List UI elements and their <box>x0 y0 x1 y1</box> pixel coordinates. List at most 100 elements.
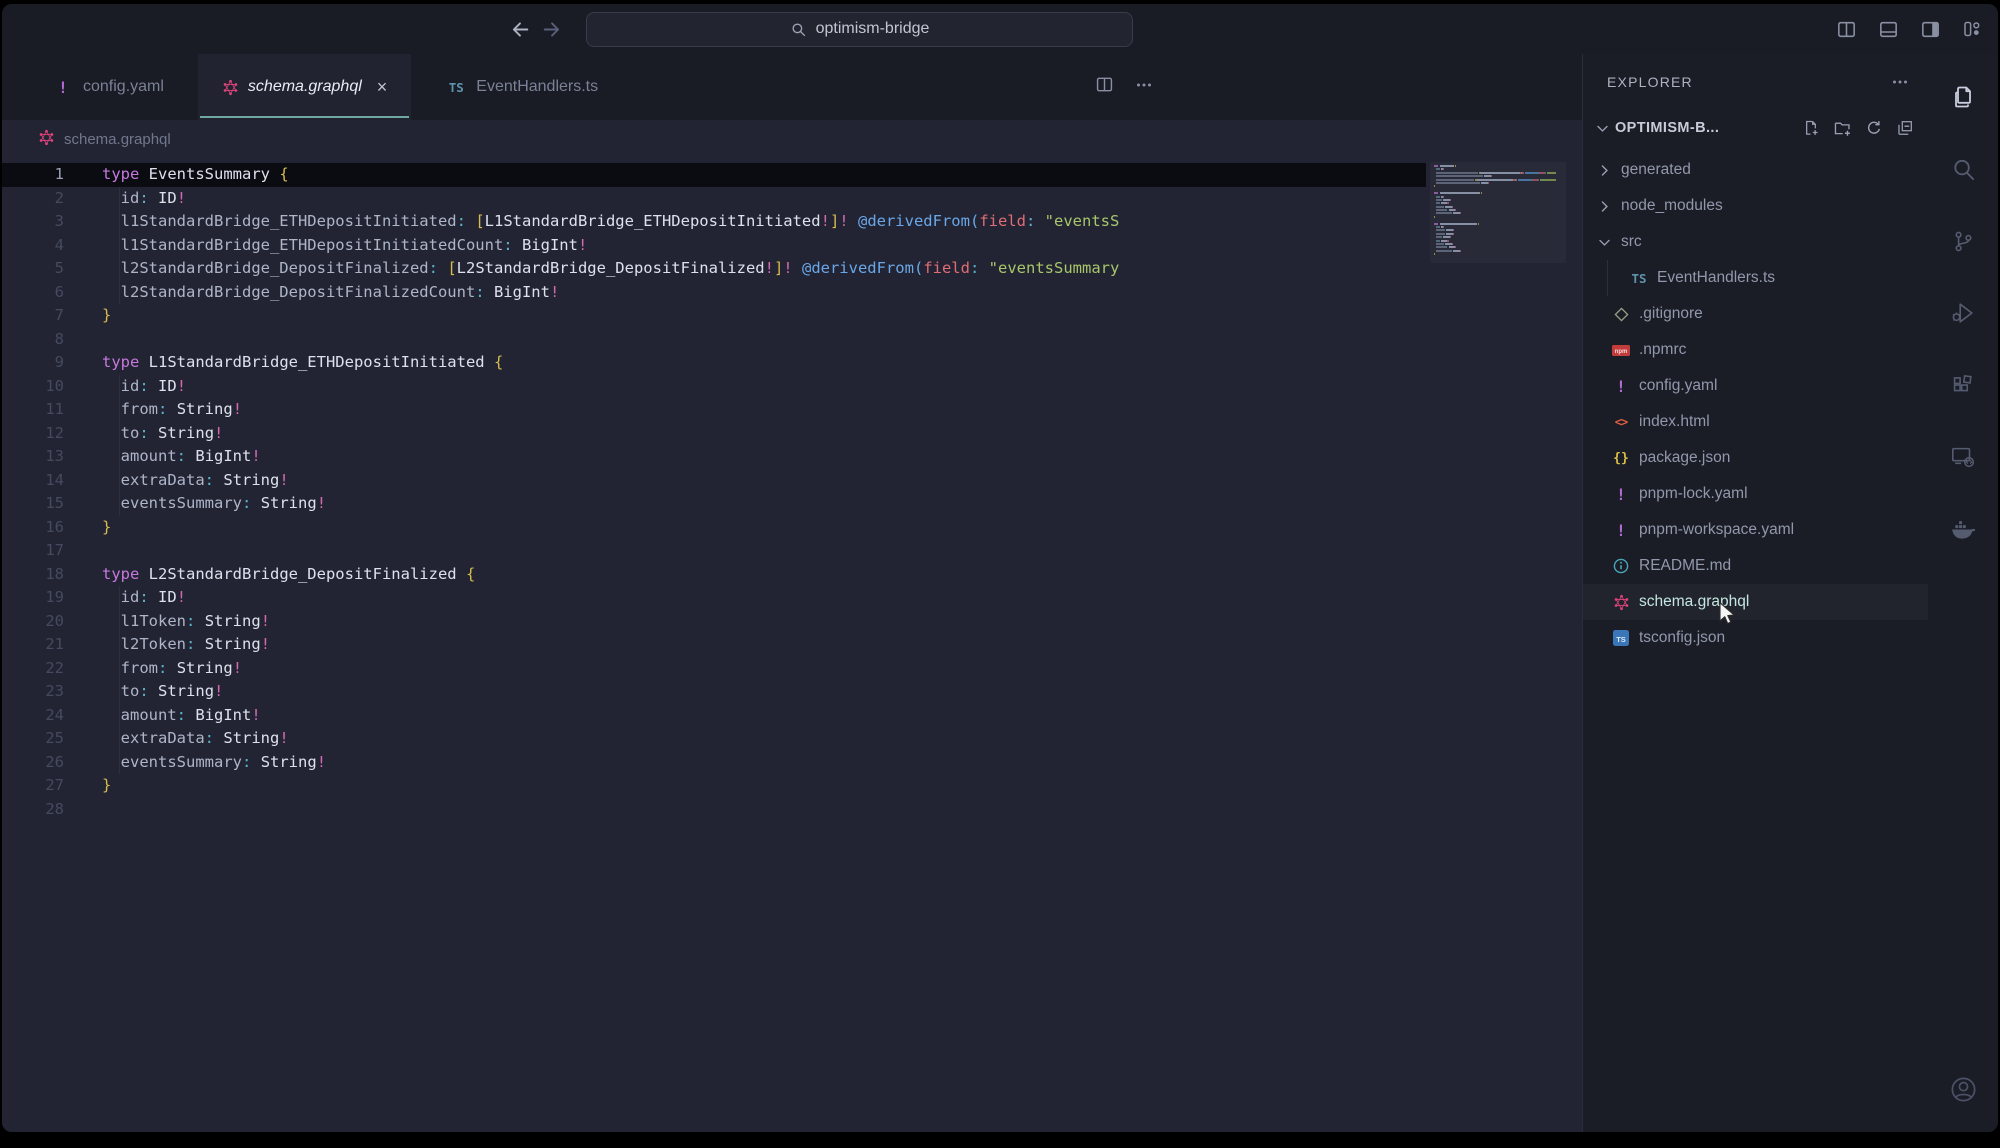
code-line-19[interactable]: 19 id: ID! <box>2 586 1582 610</box>
code-line-9[interactable]: 9type L1StandardBridge_ETHDepositInitiat… <box>2 351 1582 375</box>
line-number: 3 <box>2 210 102 234</box>
tab-label: schema.graphql <box>248 78 362 96</box>
file-label: tsconfig.json <box>1639 629 1725 647</box>
line-number: 27 <box>2 774 102 798</box>
explorer-icon[interactable] <box>1946 80 1980 114</box>
breadcrumb[interactable]: schema.graphql <box>2 120 1582 158</box>
line-number: 21 <box>2 633 102 657</box>
tab-EventHandlers.ts[interactable]: TSEventHandlers.ts <box>421 54 622 120</box>
line-number: 14 <box>2 469 102 493</box>
code-line-12[interactable]: 12 to: String! <box>2 422 1582 446</box>
folder-node_modules[interactable]: node_modules <box>1583 188 1928 224</box>
graphql-icon <box>38 129 55 150</box>
code-line-24[interactable]: 24 amount: BigInt! <box>2 704 1582 728</box>
explorer-more-actions-icon[interactable] <box>1890 72 1910 92</box>
code-line-17[interactable]: 17 <box>2 539 1582 563</box>
code-text: type L1StandardBridge_ETHDepositInitiate… <box>102 351 1582 375</box>
code-text: to: String! <box>102 422 1582 446</box>
code-text: l2Token: String! <box>102 633 1582 657</box>
new-folder-icon[interactable] <box>1833 119 1852 138</box>
code-line-8[interactable]: 8 <box>2 328 1582 352</box>
file-config.yaml[interactable]: !config.yaml <box>1583 368 1928 404</box>
line-number: 4 <box>2 234 102 258</box>
code-line-20[interactable]: 20 l1Token: String! <box>2 610 1582 634</box>
line-number: 16 <box>2 516 102 540</box>
workspace-root-row[interactable]: OPTIMISM-B... <box>1583 110 1928 146</box>
split-editor-icon[interactable] <box>1095 75 1114 99</box>
file-package.json[interactable]: {}package.json <box>1583 440 1928 476</box>
folder-generated[interactable]: generated <box>1583 152 1928 188</box>
file-.gitignore[interactable]: .gitignore <box>1583 296 1928 332</box>
code-line-27[interactable]: 27} <box>2 774 1582 798</box>
code-line-2[interactable]: 2 id: ID! <box>2 187 1582 211</box>
code-editor[interactable]: 1type EventsSummary {2 id: ID!3 l1Standa… <box>2 158 1582 1132</box>
run-debug-icon[interactable] <box>1946 296 1980 330</box>
search-value: optimism-bridge <box>816 20 930 38</box>
code-line-3[interactable]: 3 l1StandardBridge_ETHDepositInitiated: … <box>2 210 1582 234</box>
file-README.md[interactable]: README.md <box>1583 548 1928 584</box>
forward-icon[interactable] <box>541 19 562 40</box>
file-pnpm-lock.yaml[interactable]: !pnpm-lock.yaml <box>1583 476 1928 512</box>
extensions-icon[interactable] <box>1946 368 1980 402</box>
tab-config.yaml[interactable]: !config.yaml <box>28 54 188 120</box>
toggle-secondary-sidebar-icon[interactable] <box>1920 19 1941 40</box>
code-line-13[interactable]: 13 amount: BigInt! <box>2 445 1582 469</box>
breadcrumb-label: schema.graphql <box>64 131 171 148</box>
code-line-18[interactable]: 18type L2StandardBridge_DepositFinalized… <box>2 563 1582 587</box>
account-icon[interactable] <box>1946 1072 1980 1106</box>
close-tab-icon[interactable]: × <box>377 78 388 96</box>
minimap[interactable] <box>1430 162 1566 263</box>
code-line-23[interactable]: 23 to: String! <box>2 680 1582 704</box>
line-number: 28 <box>2 798 102 822</box>
toggle-panel-icon[interactable] <box>1878 19 1899 40</box>
code-line-7[interactable]: 7} <box>2 304 1582 328</box>
code-line-4[interactable]: 4 l1StandardBridge_ETHDepositInitiatedCo… <box>2 234 1582 258</box>
search-icon[interactable] <box>1946 152 1980 186</box>
file-label: config.yaml <box>1639 377 1717 395</box>
file-schema.graphql[interactable]: schema.graphql <box>1583 584 1928 620</box>
code-text <box>102 328 1582 352</box>
line-number: 2 <box>2 187 102 211</box>
code-line-14[interactable]: 14 extraData: String! <box>2 469 1582 493</box>
explorer-sidebar: EXPLORER OPTIMISM-B... generatednode_mod… <box>1582 54 1928 1132</box>
code-line-15[interactable]: 15 eventsSummary: String! <box>2 492 1582 516</box>
code-text: extraData: String! <box>102 469 1582 493</box>
more-actions-icon[interactable] <box>1134 75 1154 100</box>
refresh-explorer-icon[interactable] <box>1865 119 1883 137</box>
folder-src[interactable]: src <box>1583 224 1928 260</box>
tab-schema.graphql[interactable]: schema.graphql × <box>198 54 411 120</box>
code-line-11[interactable]: 11 from: String! <box>2 398 1582 422</box>
yaml-icon: ! <box>52 78 74 97</box>
code-text: l2StandardBridge_DepositFinalizedCount: … <box>102 281 1582 305</box>
docker-icon[interactable] <box>1946 512 1980 546</box>
file-tsconfig.json[interactable]: TStsconfig.json <box>1583 620 1928 656</box>
code-line-26[interactable]: 26 eventsSummary: String! <box>2 751 1582 775</box>
file-label: pnpm-workspace.yaml <box>1639 521 1794 539</box>
code-line-21[interactable]: 21 l2Token: String! <box>2 633 1582 657</box>
new-file-icon[interactable] <box>1802 119 1820 137</box>
code-line-25[interactable]: 25 extraData: String! <box>2 727 1582 751</box>
code-line-6[interactable]: 6 l2StandardBridge_DepositFinalizedCount… <box>2 281 1582 305</box>
chevron-down-icon <box>1593 121 1611 136</box>
file-label: pnpm-lock.yaml <box>1639 485 1748 503</box>
file-index.html[interactable]: <>index.html <box>1583 404 1928 440</box>
code-line-5[interactable]: 5 l2StandardBridge_DepositFinalized: [L2… <box>2 257 1582 281</box>
remote-explorer-icon[interactable] <box>1946 440 1980 474</box>
collapse-folders-icon[interactable] <box>1896 119 1914 137</box>
code-text: amount: BigInt! <box>102 445 1582 469</box>
source-control-icon[interactable] <box>1946 224 1980 258</box>
code-line-28[interactable]: 28 <box>2 798 1582 822</box>
command-center-search[interactable]: optimism-bridge <box>586 12 1133 47</box>
code-text: } <box>102 774 1582 798</box>
split-editor-layout-icon[interactable] <box>1836 19 1857 40</box>
file-pnpm-workspace.yaml[interactable]: !pnpm-workspace.yaml <box>1583 512 1928 548</box>
code-line-16[interactable]: 16} <box>2 516 1582 540</box>
customize-layout-icon[interactable] <box>1962 19 1982 39</box>
code-line-10[interactable]: 10 id: ID! <box>2 375 1582 399</box>
file-EventHandlers.ts[interactable]: TSEventHandlers.ts <box>1583 260 1928 296</box>
code-line-22[interactable]: 22 from: String! <box>2 657 1582 681</box>
back-icon[interactable] <box>510 19 531 40</box>
code-line-1[interactable]: 1type EventsSummary { <box>2 163 1582 187</box>
file-.npmrc[interactable]: npm.npmrc <box>1583 332 1928 368</box>
gitignore-file-icon <box>1611 307 1631 322</box>
